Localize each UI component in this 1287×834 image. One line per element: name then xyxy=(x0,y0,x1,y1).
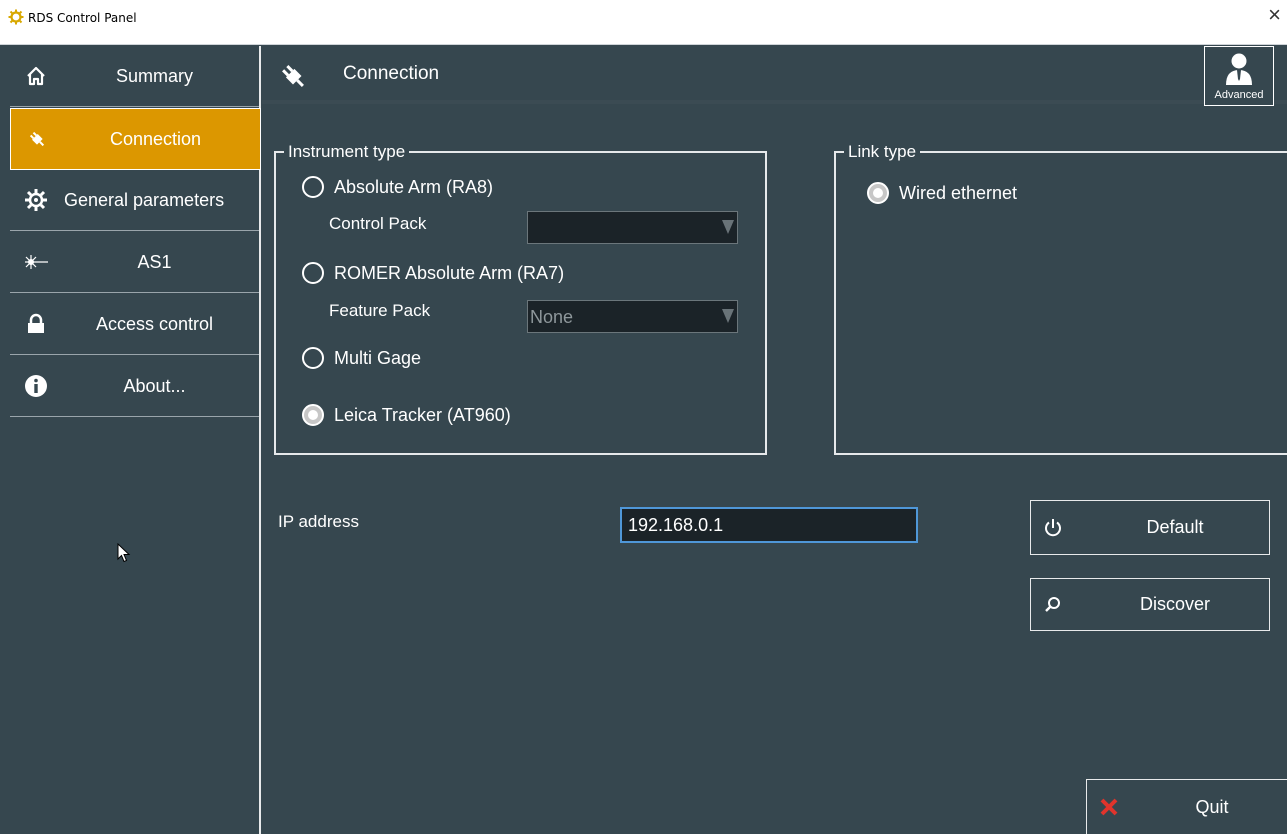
quit-button-label: Quit xyxy=(1195,796,1229,817)
radio-label: Wired ethernet xyxy=(899,183,1018,203)
radio-label: Absolute Arm (RA8) xyxy=(334,177,494,197)
discover-button-label: Discover xyxy=(1139,594,1210,614)
default-button[interactable]: Default xyxy=(1030,500,1270,555)
sidebar-item-about[interactable]: About... xyxy=(10,356,259,417)
plug-icon xyxy=(282,65,304,87)
home-icon xyxy=(27,66,45,86)
sidebar-item-label: Summary xyxy=(115,66,193,86)
advanced-button[interactable]: Advanced xyxy=(1204,46,1274,106)
radio-indicator xyxy=(867,182,889,204)
app-gear-icon xyxy=(8,9,24,25)
sidebar-item-label: About... xyxy=(123,376,186,396)
control-pack-label: Control Pack xyxy=(329,214,427,233)
chevron-down-icon xyxy=(722,309,734,323)
power-icon xyxy=(1045,518,1061,536)
title-bar: RDS Control Panel × xyxy=(0,0,1287,45)
advanced-label: Advanced xyxy=(1214,89,1264,101)
ip-address-input[interactable] xyxy=(620,507,918,543)
mouse-cursor-icon xyxy=(117,543,131,563)
radio-label: ROMER Absolute Arm (RA7) xyxy=(334,263,565,283)
info-icon xyxy=(25,375,47,397)
laser-icon xyxy=(25,255,48,269)
close-icon[interactable]: × xyxy=(1268,4,1281,26)
radio-indicator xyxy=(302,404,324,426)
ip-address-label: IP address xyxy=(278,512,359,531)
page-title: Connection xyxy=(343,63,440,84)
radio-indicator xyxy=(302,347,324,369)
sidebar-item-label: AS1 xyxy=(137,252,172,272)
instrument-type-legend: Instrument type xyxy=(288,142,406,161)
feature-pack-select[interactable]: None xyxy=(527,300,738,333)
quit-button[interactable]: Quit xyxy=(1086,779,1287,834)
link-type-legend: Link type xyxy=(848,142,917,161)
feature-pack-label: Feature Pack xyxy=(329,301,431,320)
radio-indicator xyxy=(302,262,324,284)
page-header: Connection Advanced xyxy=(262,46,1287,106)
radio-label: Multi Gage xyxy=(334,348,422,368)
gear-icon xyxy=(25,189,47,211)
sidebar: Summary Connection General parameters AS… xyxy=(0,46,261,834)
default-button-label: Default xyxy=(1146,517,1204,537)
radio-indicator xyxy=(302,176,324,198)
sidebar-item-as1[interactable]: AS1 xyxy=(10,232,259,293)
sidebar-item-summary[interactable]: Summary xyxy=(10,46,259,107)
close-icon xyxy=(1100,798,1118,816)
window-title: RDS Control Panel xyxy=(28,11,137,25)
chevron-down-icon xyxy=(722,220,734,234)
sidebar-item-access-control[interactable]: Access control xyxy=(10,294,259,355)
sidebar-item-label: General parameters xyxy=(64,190,225,210)
sidebar-item-general-parameters[interactable]: General parameters xyxy=(10,170,259,231)
sidebar-item-connection[interactable]: Connection xyxy=(10,108,261,170)
lock-icon xyxy=(28,313,44,333)
user-icon xyxy=(1226,53,1252,85)
sidebar-item-label: Connection xyxy=(109,129,202,149)
plug-icon xyxy=(29,131,45,147)
discover-button[interactable]: Discover xyxy=(1030,578,1270,631)
radio-label: Leica Tracker (AT960) xyxy=(334,405,511,425)
search-icon xyxy=(1045,596,1060,612)
control-pack-select[interactable] xyxy=(527,211,738,244)
feature-pack-value: None xyxy=(530,307,574,327)
sidebar-item-label: Access control xyxy=(95,314,214,334)
